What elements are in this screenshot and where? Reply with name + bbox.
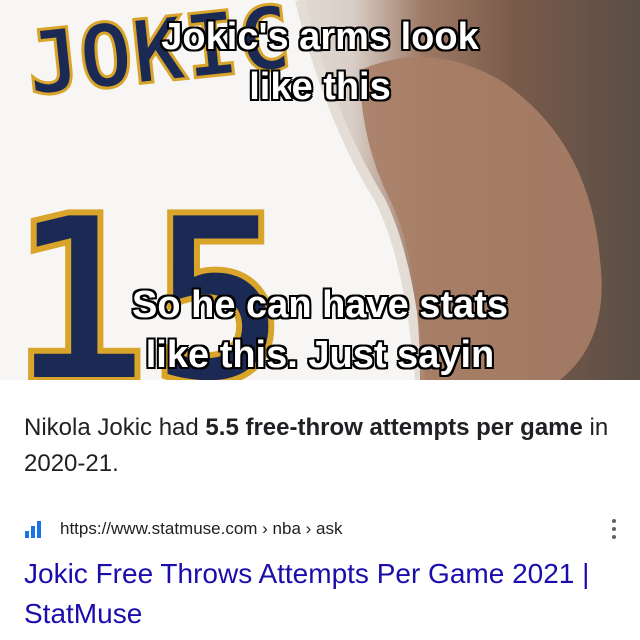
caption-bottom: So he can have stats like this. Just say… bbox=[132, 284, 508, 376]
result-title-link[interactable]: Jokic Free Throws Attempts Per Game 2021… bbox=[24, 554, 624, 634]
caption-top: Jokic's arms look like this bbox=[161, 16, 479, 108]
result-source: https://www.statmuse.com › nba › ask bbox=[24, 516, 624, 542]
statmuse-bars-icon bbox=[25, 521, 41, 538]
meme-image: JOKIC 15 Jokic's arms look like this So … bbox=[0, 0, 640, 380]
result-url[interactable]: https://www.statmuse.com › nba › ask bbox=[60, 519, 604, 539]
more-vert-icon[interactable] bbox=[604, 516, 624, 542]
snippet-prefix: Nikola Jokic had bbox=[24, 414, 206, 441]
snippet-highlight: 5.5 free-throw attempts per game bbox=[205, 414, 583, 441]
search-snippet: Nikola Jokic had 5.5 free-throw attempts… bbox=[24, 410, 614, 482]
